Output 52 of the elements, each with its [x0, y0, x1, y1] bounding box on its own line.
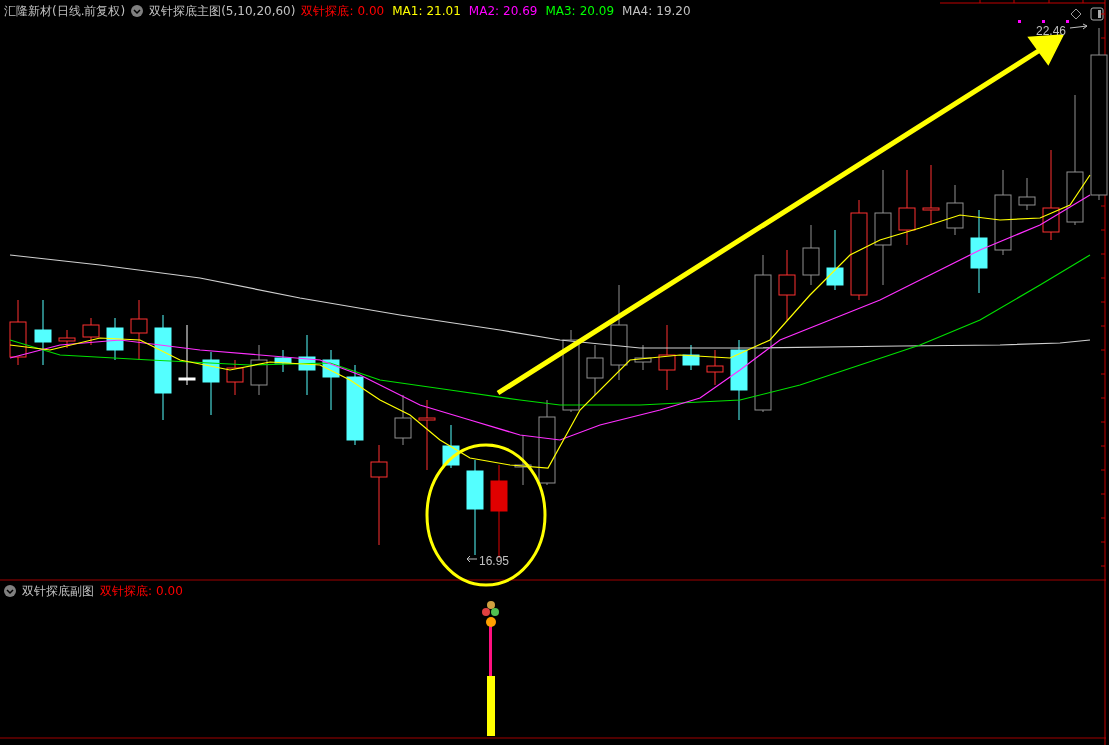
candlestick — [178, 324, 196, 386]
candlestick — [922, 164, 940, 226]
candlestick — [634, 344, 652, 371]
readout-label: MA1: — [392, 3, 423, 20]
candlestick — [250, 344, 268, 396]
pointer-arrow — [1069, 23, 1088, 30]
candlestick — [802, 224, 820, 286]
readout-label: 双针探底: — [301, 3, 354, 20]
candlestick — [682, 344, 700, 371]
candlestick — [34, 299, 52, 366]
candlestick — [778, 249, 796, 321]
candlestick — [394, 394, 412, 446]
candlestick — [130, 299, 148, 361]
balloon-icon — [482, 601, 499, 627]
candlestick — [706, 349, 724, 386]
indicator-name: 双针探底主图(5,10,20,60) — [149, 3, 296, 20]
readout-value: 19.20 — [656, 3, 691, 20]
candlestick — [514, 434, 532, 486]
readout-label: MA2: — [468, 3, 500, 20]
pointer-arrow — [466, 555, 478, 563]
dropdown-icon[interactable] — [131, 5, 144, 17]
candlestick — [298, 334, 316, 396]
readout-value: 21.01 — [426, 3, 461, 20]
readout-label: MA3: — [545, 3, 576, 20]
readout-value: 20.69 — [503, 3, 538, 20]
candlestick — [82, 317, 100, 346]
stock-title: 汇隆新材(日线.前复权) — [4, 3, 126, 20]
candlestick — [418, 399, 436, 471]
candlestick — [106, 317, 124, 361]
diamond-icon[interactable] — [1070, 8, 1082, 20]
candlestick — [826, 229, 844, 291]
candlestick — [226, 359, 244, 396]
readout-value: 20.09 — [579, 3, 615, 20]
candlestick — [322, 349, 340, 411]
candlestick — [658, 324, 676, 391]
readout-value: 0.00 — [156, 583, 183, 600]
candlestick — [58, 329, 76, 349]
candlestick — [946, 184, 964, 236]
candlestick — [274, 349, 292, 373]
indicator-name: 双针探底副图 — [22, 583, 94, 600]
candlestick — [442, 424, 460, 469]
readout-value: 0.00 — [357, 3, 385, 20]
candlestick — [586, 344, 604, 396]
price-label: 22.46 — [1036, 25, 1067, 37]
price-label: 16.95 — [479, 553, 510, 570]
readout-label: MA4: — [622, 3, 653, 20]
candlestick — [1018, 177, 1036, 211]
dropdown-icon[interactable] — [4, 585, 16, 597]
panel-toggle-icon[interactable] — [1090, 7, 1104, 21]
candlestick — [202, 351, 220, 416]
readout-label: 双针探底: — [100, 583, 153, 600]
candlestick — [9, 299, 27, 366]
